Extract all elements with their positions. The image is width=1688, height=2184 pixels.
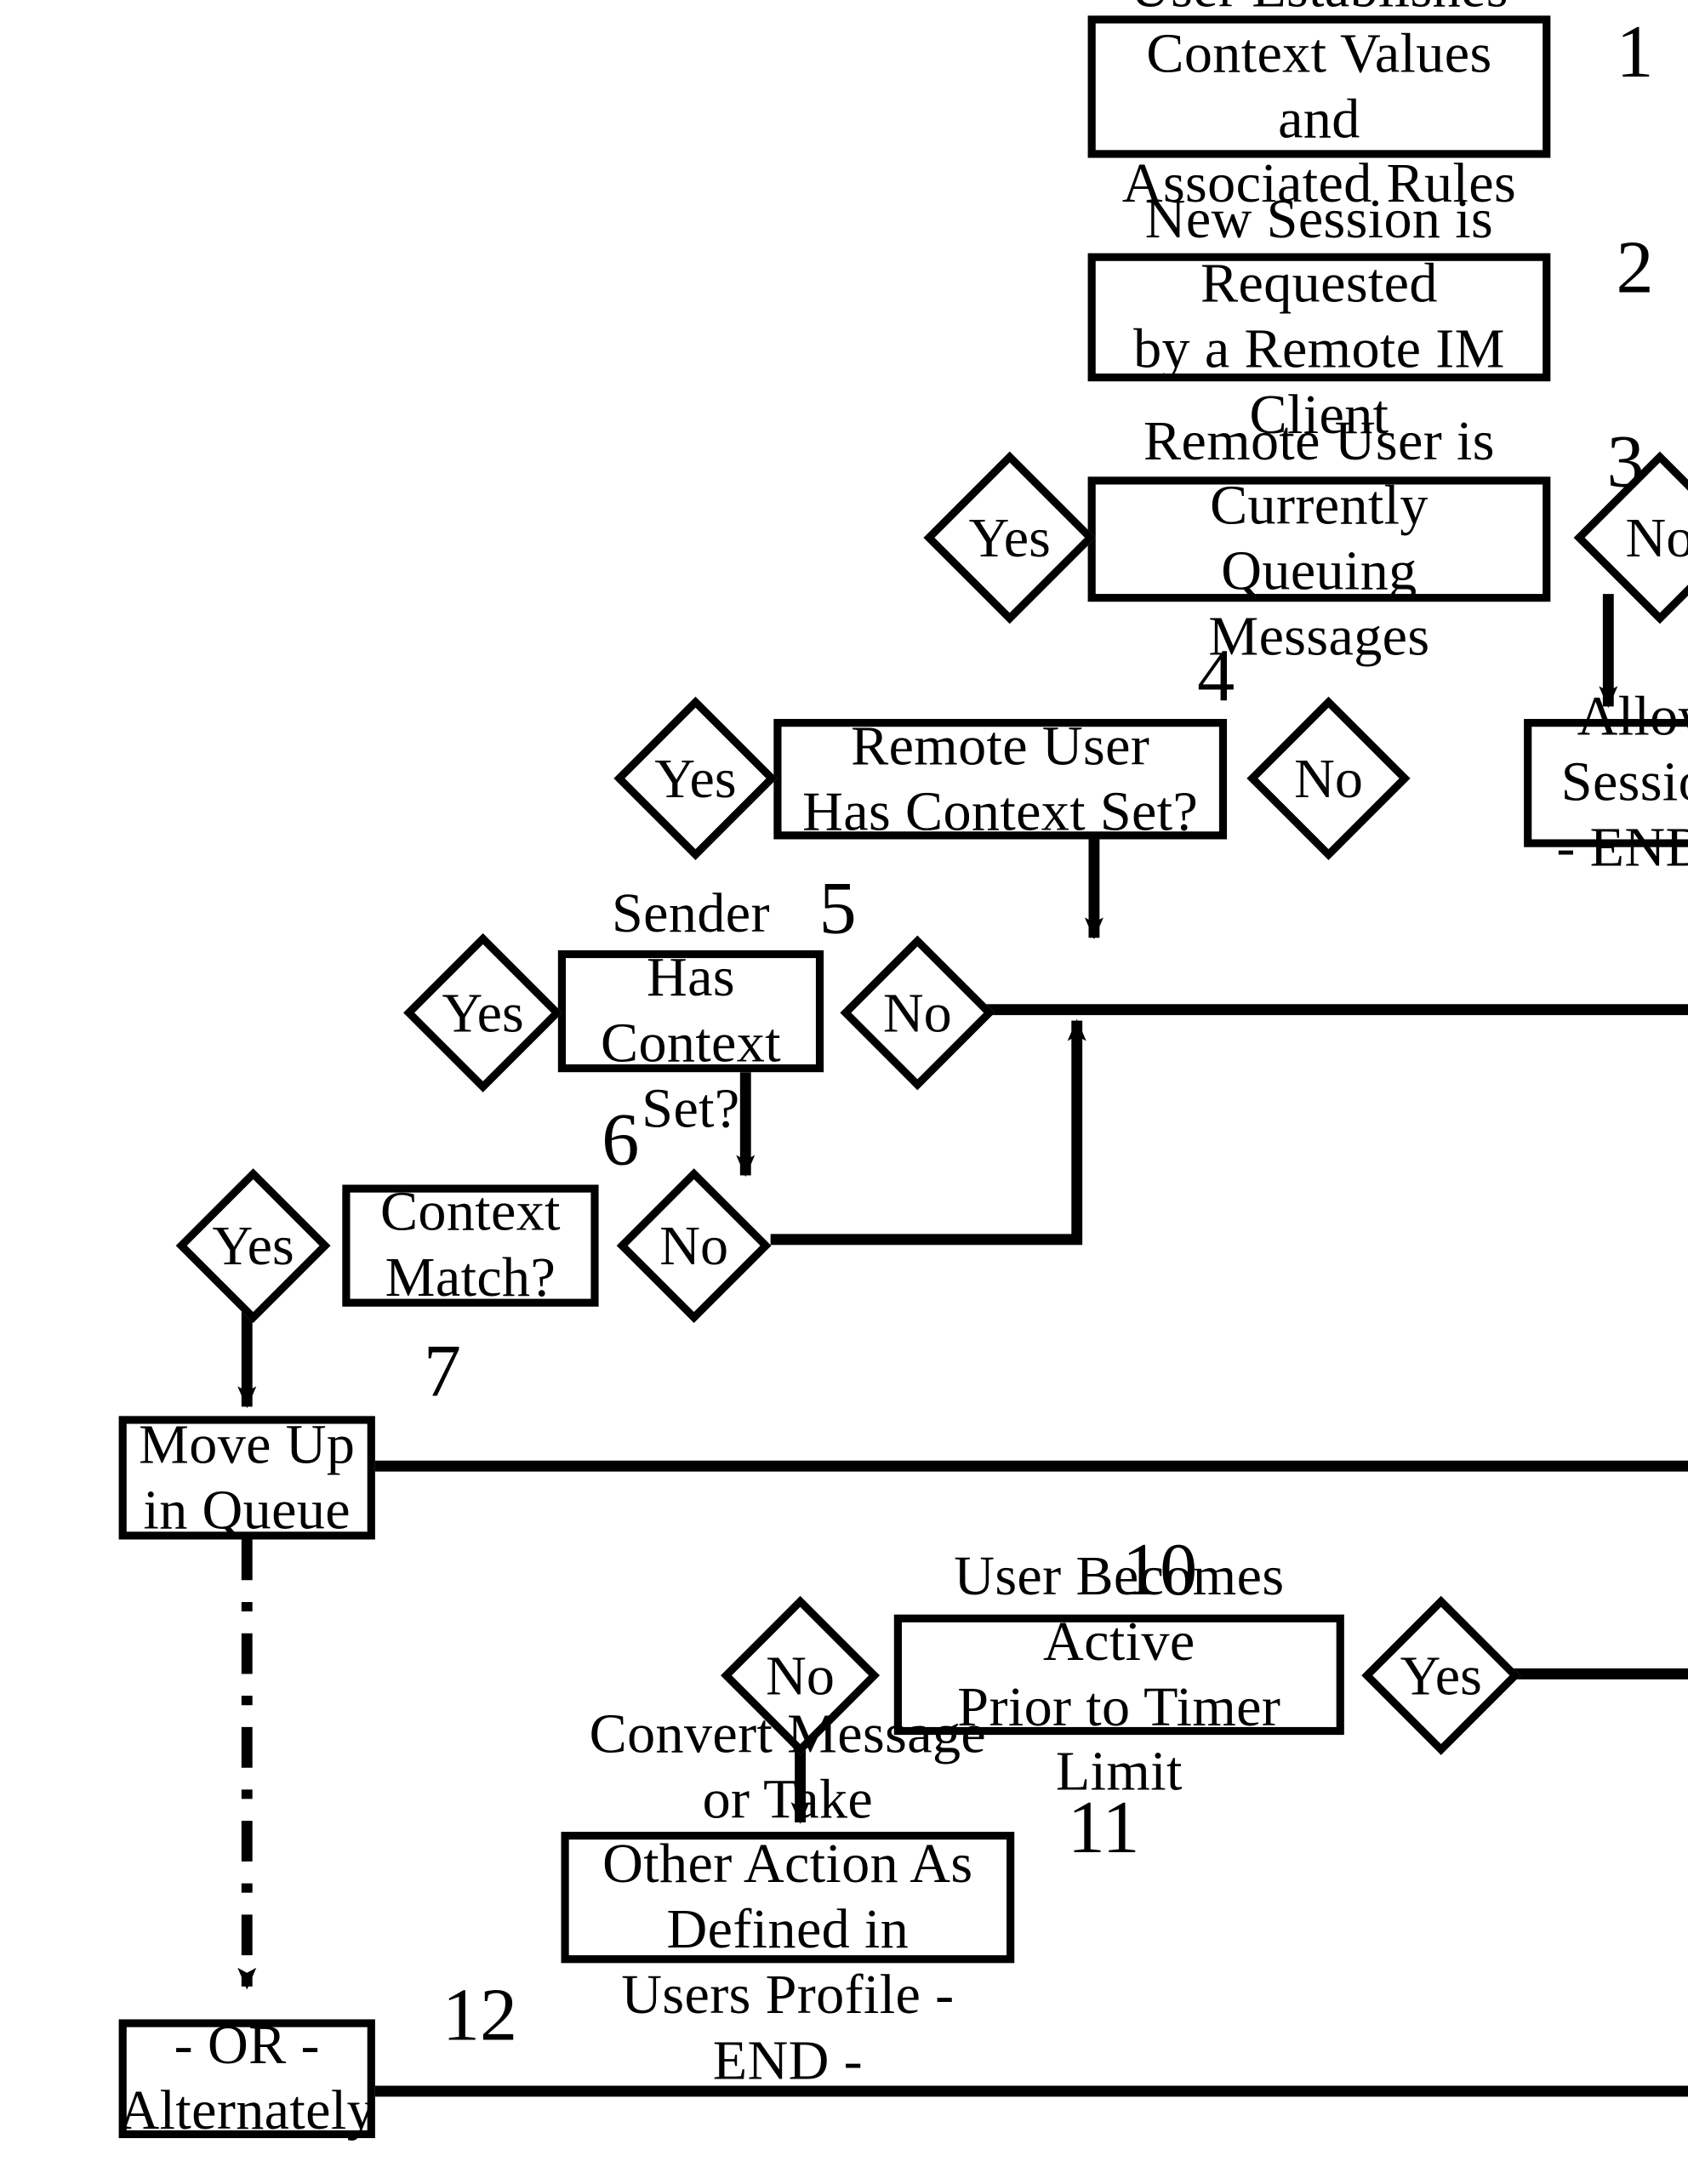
decision-label: Yes xyxy=(968,506,1051,569)
decision-10-yes[interactable]: Yes xyxy=(1337,1595,1546,1755)
decision-label: No xyxy=(659,1214,729,1277)
node-move-up-in-queue[interactable]: Move Up in Queue xyxy=(118,1412,375,1540)
ref-number-1: 1 xyxy=(1616,10,1654,94)
decision-3-yes[interactable]: Yes xyxy=(896,451,1124,624)
node-context-match[interactable]: Context Match? xyxy=(342,1180,599,1309)
ref-number-6: 6 xyxy=(602,1098,640,1182)
decision-6-no[interactable]: No xyxy=(592,1168,796,1324)
ref-number-7: 7 xyxy=(423,1330,461,1413)
ref-number-5: 5 xyxy=(818,867,857,950)
node-allow-session-end[interactable]: Allow Session - END - xyxy=(1524,685,1688,878)
decision-label: Yes xyxy=(1400,1644,1482,1708)
node-user-establishes-context[interactable]: User Establishes Context Values and Asso… xyxy=(1087,0,1551,214)
node-sender-has-context-set[interactable]: Sender Has Context Set? xyxy=(557,881,824,1139)
node-label: Convert Message or Take Other Action As … xyxy=(589,1702,987,2091)
node-remote-user-queuing[interactable]: Remote User is Currently Queuing Message… xyxy=(1087,408,1551,667)
decision-label: Yes xyxy=(654,747,737,810)
decision-label: No xyxy=(766,1644,835,1708)
node-convert-message-or-take-action[interactable]: Convert Message or Take Other Action As … xyxy=(561,1702,1015,2090)
decision-label: No xyxy=(1625,506,1688,569)
decision-4-no[interactable]: No xyxy=(1219,696,1438,860)
node-remote-user-has-context-set[interactable]: Remote User Has Context Set? xyxy=(773,714,1228,841)
decision-label: No xyxy=(1294,747,1363,810)
ref-number-4: 4 xyxy=(1197,634,1235,718)
node-label: Remote User is Currently Queuing Message… xyxy=(1143,408,1495,667)
decision-label: Yes xyxy=(442,981,524,1045)
node-label: Context Match? xyxy=(379,1180,561,1309)
patent-figure-page: User Establishes Context Values and Asso… xyxy=(0,0,1688,2184)
node-label: Allow Session - END - xyxy=(1556,685,1688,879)
node-or-alternately[interactable]: - OR - Alternately xyxy=(119,2014,375,2141)
decision-5-no[interactable]: No xyxy=(813,935,1022,1092)
ref-number-2: 2 xyxy=(1616,226,1654,310)
ref-number-11: 11 xyxy=(1067,1786,1140,1870)
decision-6-yes[interactable]: Yes xyxy=(151,1168,355,1324)
decision-4-yes[interactable]: Yes xyxy=(586,696,805,860)
decision-5-yes[interactable]: Yes xyxy=(375,932,591,1092)
ref-number-10: 10 xyxy=(1121,1528,1198,1611)
node-label: - OR - Alternately xyxy=(118,2013,376,2141)
ref-number-12: 12 xyxy=(442,1974,518,2057)
node-new-session-requested[interactable]: New Session is Requested by a Remote IM … xyxy=(1087,187,1551,445)
edge-7-to-9-horizontal xyxy=(374,1460,1688,1472)
node-label: Move Up in Queue xyxy=(139,1412,356,1541)
node-label: Remote User Has Context Set? xyxy=(802,714,1199,842)
decision-label: No xyxy=(882,981,952,1045)
decision-label: Yes xyxy=(212,1214,294,1277)
node-label: User Establishes Context Values and Asso… xyxy=(1121,0,1517,215)
ref-number-3: 3 xyxy=(1606,420,1645,504)
